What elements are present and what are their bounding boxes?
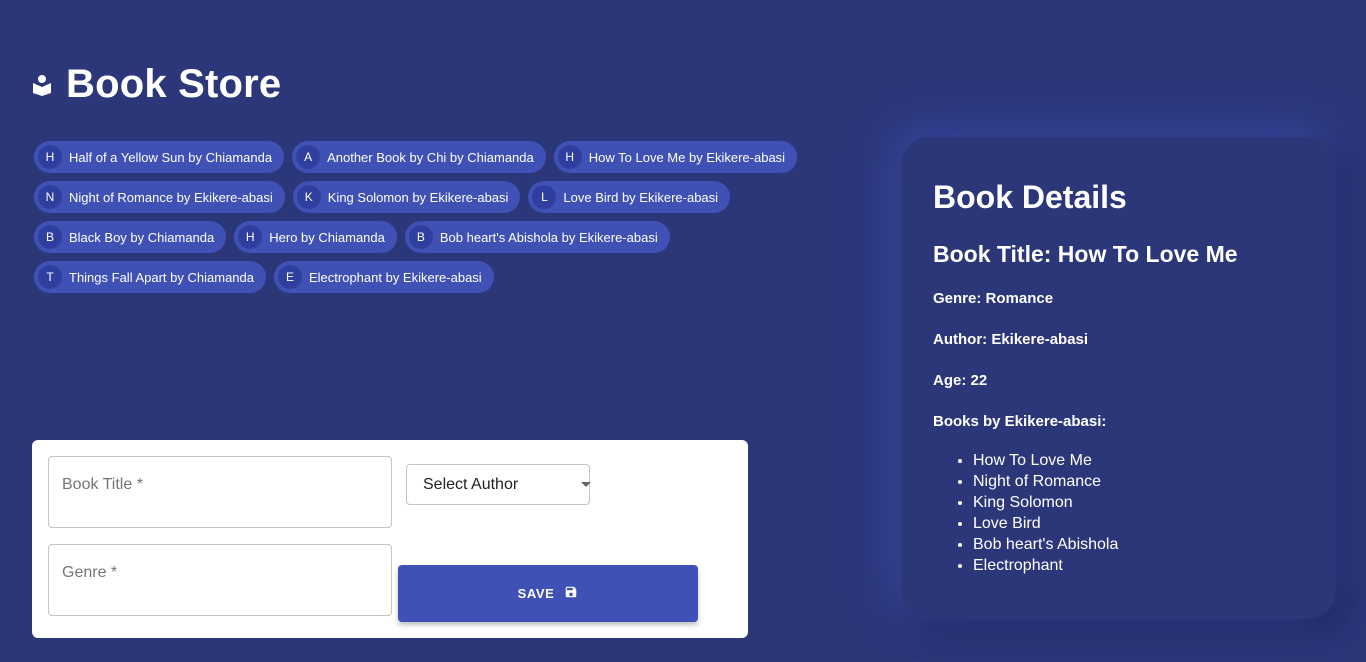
chip-label: Half of a Yellow Sun by Chiamanda — [69, 149, 273, 165]
book-chip[interactable]: H Half of a Yellow Sun by Chiamanda — [34, 141, 285, 173]
chip-avatar: N — [38, 185, 62, 209]
book-chip[interactable]: K King Solomon by Ekikere-abasi — [292, 181, 521, 213]
book-title-detail: Book Title: How To Love Me — [933, 241, 1238, 267]
book-chip-list: H Half of a Yellow Sun by Chiamanda A Anoth… — [34, 141, 814, 293]
page-title: Book Store — [66, 62, 282, 106]
chip-avatar: H — [38, 145, 62, 169]
genre-placeholder: Genre * — [62, 564, 118, 581]
books-by-heading: Books by Ekikere-abasi: — [933, 413, 1107, 430]
genre-field[interactable]: Genre * — [48, 544, 392, 616]
chip-label: Things Fall Apart by Chiamanda — [69, 269, 254, 285]
save-button-label: SAVE — [517, 586, 555, 601]
chip-avatar: B — [38, 225, 62, 249]
chip-avatar: A — [296, 145, 321, 169]
chip-label: Night of Romance by Ekikere-abasi — [69, 189, 273, 205]
chip-avatar: H — [238, 225, 263, 249]
book-title-placeholder: Book Title * — [62, 476, 143, 493]
list-item: Bob heart's Abishola — [973, 534, 1304, 555]
list-item: Love Bird — [973, 513, 1304, 534]
book-reader-icon — [32, 74, 52, 96]
chip-avatar: K — [296, 185, 321, 209]
genre-detail: Genre: Romance — [933, 290, 1054, 307]
chip-label: Electrophant by Ekikere-abasi — [308, 269, 482, 285]
book-title-field[interactable]: Book Title * — [48, 456, 392, 528]
chip-avatar: B — [408, 225, 433, 249]
dropdown-arrow-icon — [581, 482, 591, 487]
author-detail: Author: Ekikere-abasi — [933, 331, 1089, 348]
book-details-heading: Book Details — [933, 179, 1127, 215]
author-select[interactable]: Select Author — [406, 464, 591, 505]
chip-label: Black Boy by Chiamanda — [69, 229, 215, 245]
chip-label: Another Book by Chi by Chiamanda — [327, 149, 534, 165]
add-book-form: Book Title * Select Author Genre * SAVE — [32, 440, 748, 638]
save-icon — [564, 585, 578, 602]
list-item: Electrophant — [973, 555, 1304, 576]
books-by-author-list: How To Love Me Night of Romance King Sol… — [933, 450, 1304, 576]
book-chip[interactable]: B Black Boy by Chiamanda — [34, 221, 227, 253]
chip-label: How To Love Me by Ekikere-abasi — [588, 149, 786, 165]
page-header: Book Store — [32, 62, 281, 107]
list-item: King Solomon — [973, 492, 1304, 513]
chip-label: Bob heart's Abishola by Ekikere-abasi — [439, 229, 658, 245]
chip-avatar: L — [532, 185, 557, 209]
book-chip[interactable]: L Love Bird by Ekikere-abasi — [528, 181, 731, 213]
chip-label: King Solomon by Ekikere-abasi — [327, 189, 509, 205]
chip-avatar: E — [277, 265, 302, 289]
book-chip[interactable]: A Another Book by Chi by Chiamanda — [292, 141, 546, 173]
book-chip[interactable]: E Electrophant by Ekikere-abasi — [273, 261, 494, 293]
chip-label: Hero by Chiamanda — [269, 229, 385, 245]
book-details-panel: Book Details Book Title: How To Love Me … — [901, 137, 1336, 619]
book-chip[interactable]: T Things Fall Apart by Chiamanda — [34, 261, 266, 293]
chip-label: Love Bird by Ekikere-abasi — [563, 189, 719, 205]
chip-avatar: H — [557, 145, 582, 169]
app-root: Book Store H Half of a Yellow Sun by Chia… — [0, 0, 1366, 662]
save-button[interactable]: SAVE — [398, 565, 698, 622]
book-chip[interactable]: H Hero by Chiamanda — [234, 221, 397, 253]
list-item: Night of Romance — [973, 471, 1304, 492]
list-item: How To Love Me — [973, 450, 1304, 471]
age-detail: Age: 22 — [933, 372, 988, 389]
chip-avatar: T — [38, 265, 62, 289]
book-chip[interactable]: N Night of Romance by Ekikere-abasi — [34, 181, 285, 213]
book-chip[interactable]: H How To Love Me by Ekikere-abasi — [553, 141, 798, 173]
author-select-value: Select Author — [423, 475, 519, 493]
book-chip[interactable]: B Bob heart's Abishola by Ekikere-abasi — [404, 221, 670, 253]
